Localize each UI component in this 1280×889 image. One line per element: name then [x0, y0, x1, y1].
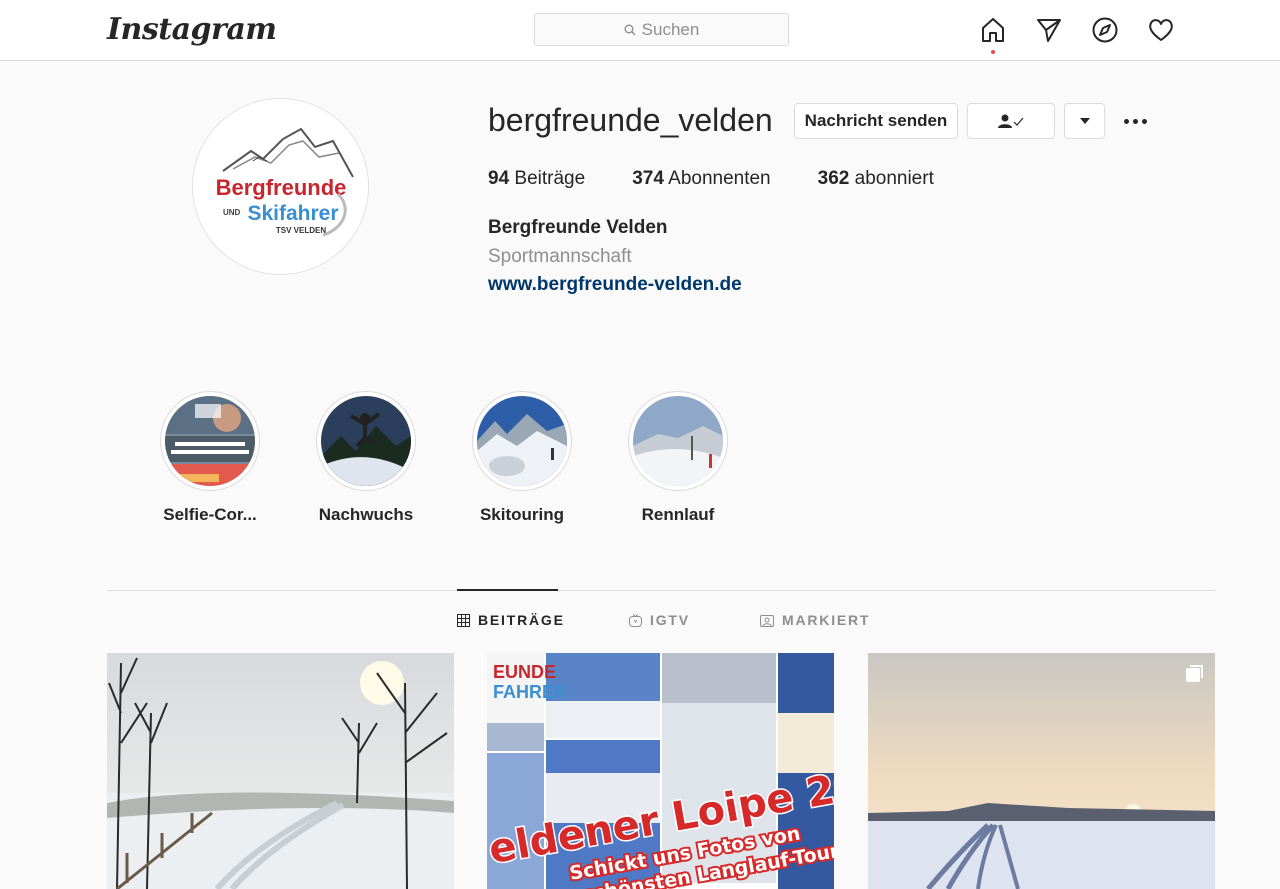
logo-text-skifahrer: Skifahrer [247, 202, 338, 225]
more-options-icon[interactable] [1120, 108, 1150, 134]
highlight-label: Rennlauf [641, 505, 715, 524]
highlight-nachwuchs[interactable]: Nachwuchs [296, 391, 436, 525]
post-image [868, 653, 1215, 889]
profile-category: Sportmannschaft [488, 246, 632, 267]
followers-stat[interactable]: 374 Abonnenten [632, 168, 770, 190]
send-message-button[interactable]: Nachricht senden [794, 103, 958, 139]
svg-text:EUNDE: EUNDE [493, 662, 556, 682]
highlight-skitouring[interactable]: Skitouring [452, 391, 592, 525]
tab-label: BEITRÄGE [478, 612, 565, 628]
tab-posts[interactable]: BEITRÄGE [457, 612, 565, 628]
post-image [107, 653, 454, 889]
posts-count: 94 [488, 168, 510, 189]
igtv-icon [629, 613, 642, 627]
post-thumbnail[interactable]: EUNDE FAHRER eldener Loipe 20 Schickt un… [487, 653, 834, 889]
profile-username: bergfreunde_velden [488, 102, 773, 138]
search-placeholder: Suchen [641, 19, 700, 39]
club-logo: Bergfreunde UND Skifahrer TSV VELDEN [193, 99, 368, 274]
highlight-label: Skitouring [479, 505, 565, 524]
caret-down-icon [1079, 118, 1090, 124]
grid-icon [457, 613, 470, 627]
highlight-rennlauf[interactable]: Rennlauf [608, 391, 748, 525]
posts-stat: 94 Beiträge [488, 168, 585, 190]
instagram-logo[interactable]: Instagram [107, 12, 277, 47]
following-label: abonniert [854, 168, 934, 189]
following-stat[interactable]: 362 abonniert [818, 168, 934, 190]
active-tab-indicator [457, 589, 558, 591]
post-thumbnail[interactable] [868, 653, 1215, 889]
post-image: EUNDE FAHRER eldener Loipe 20 Schickt un… [487, 653, 834, 889]
tab-label: IGTV [650, 612, 690, 628]
notification-dot [991, 50, 995, 54]
following-button[interactable] [967, 103, 1055, 139]
followers-label: Abonnenten [668, 168, 771, 189]
logo-text-bergfreunde: Bergfreunde [216, 175, 347, 200]
highlight-selfie-corner[interactable]: Selfie-Cor... [140, 391, 280, 525]
following-count: 362 [817, 168, 850, 189]
tab-igtv[interactable]: IGTV [629, 612, 690, 628]
tagged-icon [760, 614, 774, 627]
profile-stats: 94 Beiträge 374 Abonnenten 362 abonniert [488, 168, 981, 190]
explore-icon[interactable] [1090, 15, 1120, 45]
post-thumbnail[interactable] [107, 653, 454, 889]
tab-label: MARKIERT [782, 612, 871, 628]
posts-label: Beiträge [514, 168, 586, 189]
direct-icon[interactable] [1034, 15, 1064, 45]
search-input[interactable]: Suchen [534, 13, 789, 46]
carousel-icon [1186, 665, 1203, 682]
svg-text:FAHRER: FAHRER [493, 682, 567, 702]
logo-text-und: UND [223, 208, 241, 217]
highlight-label: Nachwuchs [318, 505, 414, 524]
followers-count: 374 [632, 168, 664, 189]
suggestions-dropdown-button[interactable] [1064, 103, 1105, 139]
tabs-divider [107, 590, 1215, 591]
highlight-thumbnail [165, 396, 255, 486]
highlight-thumbnail [321, 396, 411, 486]
logo-text-tsv: TSV VELDEN [276, 226, 326, 235]
highlight-label: Selfie-Cor... [163, 505, 257, 524]
profile-avatar[interactable]: Bergfreunde UND Skifahrer TSV VELDEN [192, 98, 369, 275]
top-navigation-bar: Instagram Suchen [0, 0, 1280, 61]
highlight-thumbnail [477, 396, 567, 486]
activity-icon[interactable] [1146, 15, 1176, 45]
profile-full-name: Bergfreunde Velden [488, 217, 668, 238]
home-icon[interactable] [978, 15, 1008, 54]
highlight-thumbnail [633, 396, 723, 486]
profile-website-link[interactable]: www.bergfreunde-velden.de [488, 274, 742, 296]
following-user-check-icon [998, 114, 1024, 128]
tab-tagged[interactable]: MARKIERT [760, 612, 870, 628]
search-icon [624, 24, 636, 35]
